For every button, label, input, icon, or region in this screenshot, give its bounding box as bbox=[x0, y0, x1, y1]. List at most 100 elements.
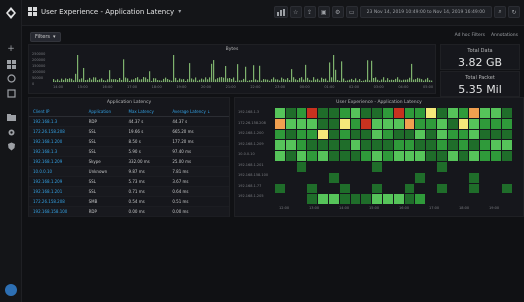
heatmap-cell[interactable] bbox=[469, 108, 480, 118]
heatmap-cell[interactable] bbox=[296, 162, 307, 172]
dashboard-title[interactable]: User Experience - Application Latency bbox=[41, 8, 174, 16]
heatmap-cell[interactable] bbox=[393, 194, 404, 205]
heatmap-cell[interactable] bbox=[339, 194, 350, 205]
heatmap-cell[interactable] bbox=[501, 140, 512, 151]
heatmap-cell[interactable] bbox=[307, 118, 318, 129]
add-panel-button[interactable] bbox=[273, 6, 288, 18]
heatmap-cell[interactable] bbox=[437, 118, 447, 129]
explore-icon[interactable] bbox=[6, 73, 16, 83]
heatmap-cell[interactable] bbox=[275, 183, 285, 194]
heatmap-cell[interactable] bbox=[361, 194, 372, 205]
table-row[interactable]: 192.168.1.201 SSL 0.71 ms 0.64 ms bbox=[29, 186, 229, 197]
heatmap-cell[interactable] bbox=[372, 118, 382, 129]
heatmap-cell[interactable] bbox=[383, 140, 393, 151]
bytes-panel-title[interactable]: Bytes bbox=[29, 45, 435, 52]
heatmap-cell[interactable] bbox=[361, 118, 372, 129]
heatmap-cell[interactable] bbox=[383, 118, 393, 129]
heatmap-cell[interactable] bbox=[426, 129, 436, 140]
heatmap-cell[interactable] bbox=[469, 172, 480, 183]
heatmap-cell[interactable] bbox=[415, 172, 426, 183]
heatmap-cell[interactable] bbox=[437, 140, 447, 151]
heatmap-cell[interactable] bbox=[361, 129, 372, 140]
heatmap-cell[interactable] bbox=[437, 108, 447, 118]
heatmap-cell[interactable] bbox=[285, 129, 296, 140]
client-ip-cell[interactable]: 192.168.1.200 bbox=[29, 136, 85, 147]
heatmap-cell[interactable] bbox=[339, 140, 350, 151]
star-button[interactable]: ☆ bbox=[289, 6, 302, 18]
heatmap-cell[interactable] bbox=[307, 108, 318, 118]
heatmap-cell[interactable] bbox=[296, 118, 307, 129]
heatmap-cell[interactable] bbox=[307, 194, 318, 205]
heatmap-cell[interactable] bbox=[458, 140, 469, 151]
heatmap-cell[interactable] bbox=[437, 151, 447, 161]
heatmap-cell[interactable] bbox=[372, 183, 382, 194]
column-header[interactable]: Average Latency ↓ bbox=[168, 107, 229, 117]
table-row[interactable]: 192.168.1.3 SSL 5.90 s 97.40 ms bbox=[29, 146, 229, 157]
heatmap-cell[interactable] bbox=[393, 140, 404, 151]
heatmap-cell[interactable] bbox=[285, 140, 296, 151]
heatmap-cell[interactable] bbox=[426, 151, 436, 161]
ad-hoc-filters-link[interactable]: Ad hoc Filters bbox=[455, 33, 485, 38]
heatmap-cell[interactable] bbox=[458, 129, 469, 140]
heatmap-cell[interactable] bbox=[361, 151, 372, 161]
dashboard-title-picker[interactable]: User Experience - Application Latency ▾ bbox=[28, 7, 181, 16]
heatmap-cell[interactable] bbox=[296, 140, 307, 151]
heatmap-cell[interactable] bbox=[426, 118, 436, 129]
heatmap-cell[interactable] bbox=[383, 129, 393, 140]
heatmap-cell[interactable] bbox=[458, 118, 469, 129]
tv-mode-button[interactable]: ▭ bbox=[345, 6, 358, 18]
heatmap-cell[interactable] bbox=[415, 108, 426, 118]
heatmap-cell[interactable] bbox=[393, 129, 404, 140]
heatmap-cell[interactable] bbox=[350, 140, 361, 151]
heatmap-cell[interactable] bbox=[350, 151, 361, 161]
heatmap-cell[interactable] bbox=[447, 140, 458, 151]
column-header[interactable]: Max Latency bbox=[124, 107, 169, 117]
heatmap-cell[interactable] bbox=[318, 151, 328, 161]
heatmap-cell[interactable] bbox=[329, 129, 339, 140]
heatmap-cell[interactable] bbox=[426, 108, 436, 118]
heatmap-cell[interactable] bbox=[275, 108, 285, 118]
heatmap-cell[interactable] bbox=[383, 151, 393, 161]
heatmap-cell[interactable] bbox=[329, 172, 339, 183]
heatmap-cell[interactable] bbox=[307, 151, 318, 161]
heatmap-cell[interactable] bbox=[361, 140, 372, 151]
heatmap-cell[interactable] bbox=[469, 183, 480, 194]
heatmap-cell[interactable] bbox=[437, 162, 447, 172]
heatmap-cell[interactable] bbox=[415, 194, 426, 205]
heatmap-cell[interactable] bbox=[329, 151, 339, 161]
heatmap-cell[interactable] bbox=[318, 129, 328, 140]
dashboards-icon[interactable] bbox=[6, 59, 16, 69]
heatmap-cell[interactable] bbox=[329, 118, 339, 129]
heatmap-cell[interactable] bbox=[404, 108, 415, 118]
heatmap-cell[interactable] bbox=[339, 108, 350, 118]
heatmap-cell[interactable] bbox=[350, 108, 361, 118]
heatmap-cell[interactable] bbox=[307, 140, 318, 151]
heatmap-cell[interactable] bbox=[339, 151, 350, 161]
heatmap-cell[interactable] bbox=[404, 129, 415, 140]
heatmap-cell[interactable] bbox=[329, 108, 339, 118]
heatmap-cell[interactable] bbox=[501, 183, 512, 194]
heatmap-cell[interactable] bbox=[350, 129, 361, 140]
table-row[interactable]: 10.0.0.10 Unknown 9.87 ms 7.81 ms bbox=[29, 166, 229, 177]
heatmap-cell[interactable] bbox=[285, 118, 296, 129]
shield-icon[interactable] bbox=[6, 141, 16, 151]
heatmap-cell[interactable] bbox=[501, 151, 512, 161]
plus-icon[interactable]: + bbox=[6, 44, 16, 54]
heatmap-cell[interactable] bbox=[480, 140, 490, 151]
heatmap-cell[interactable] bbox=[318, 118, 328, 129]
heatmap-cell[interactable] bbox=[491, 108, 501, 118]
heatmap-cell[interactable] bbox=[404, 194, 415, 205]
heatmap-cell[interactable] bbox=[393, 151, 404, 161]
client-ip-cell[interactable]: 172.26.158.208 bbox=[29, 126, 85, 137]
heatmap-cell[interactable] bbox=[458, 151, 469, 161]
table-row[interactable]: 192.168.158.100 RDP 0.00 ms 0.00 ms bbox=[29, 206, 229, 217]
alerting-icon[interactable] bbox=[6, 88, 16, 98]
client-ip-cell[interactable]: 192.168.1.3 bbox=[29, 146, 85, 157]
heatmap-cell[interactable] bbox=[469, 151, 480, 161]
client-ip-cell[interactable]: 192.168.1.209 bbox=[29, 176, 85, 187]
heatmap-cell[interactable] bbox=[307, 183, 318, 194]
annotations-link[interactable]: Annotations bbox=[491, 33, 518, 38]
heatmap-cell[interactable] bbox=[393, 118, 404, 129]
heatmap-cell[interactable] bbox=[339, 129, 350, 140]
heatmap-cell[interactable] bbox=[372, 162, 382, 172]
